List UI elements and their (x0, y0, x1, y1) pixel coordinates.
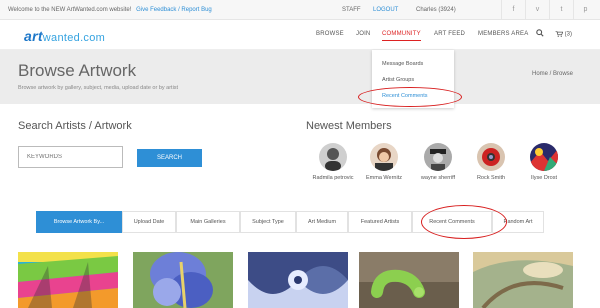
search-section-title: Search Artists / Artwork (18, 120, 132, 132)
breadcrumb[interactable]: Home / Browse (532, 71, 573, 77)
member-card[interactable]: wayne sherriff (410, 143, 466, 182)
artwork-thumbnail[interactable] (133, 252, 233, 308)
member-card[interactable]: Radmila petrovic (305, 143, 361, 182)
twitter-icon[interactable]: t (549, 0, 573, 20)
logo-domain: wanted.com (42, 32, 106, 44)
highlight-ring-menu (358, 87, 462, 107)
search-button[interactable]: SEARCH (137, 149, 202, 167)
welcome-text: Welcome to the NEW ArtWanted.com website… (8, 7, 212, 13)
member-name[interactable]: Ilyse Drost (516, 175, 572, 182)
welcome-message: Welcome to the NEW ArtWanted.com website… (8, 7, 132, 13)
vimeo-icon[interactable]: v (525, 0, 549, 20)
member-name[interactable]: wayne sherriff (410, 175, 466, 182)
member-card[interactable]: Ilyse Drost (516, 143, 572, 182)
main-nav: artwanted.com BROWSE JOIN COMMUNITY ART … (0, 20, 600, 50)
nav-art-feed[interactable]: ART FEED (434, 31, 465, 37)
search-icon[interactable] (536, 29, 544, 39)
menu-message-boards[interactable]: Message Boards (382, 61, 423, 67)
nav-community[interactable]: COMMUNITY (382, 31, 421, 41)
member-name[interactable]: Rock Smith (463, 175, 519, 182)
pinterest-icon[interactable]: p (573, 0, 597, 20)
page-title: Browse Artwork (18, 61, 137, 80)
artwork-thumbnail[interactable] (359, 252, 459, 308)
member-name[interactable]: Radmila petrovic (305, 175, 361, 182)
artwork-thumbnail[interactable] (248, 252, 348, 308)
logout-link[interactable]: LOGOUT (373, 7, 398, 13)
tab-main-galleries[interactable]: Main Galleries (176, 211, 240, 233)
cart-icon (555, 30, 564, 37)
tab-subject-type[interactable]: Subject Type (240, 211, 296, 233)
avatar[interactable] (424, 143, 452, 171)
feedback-link[interactable]: Give Feedback / Report Bug (136, 7, 212, 13)
tab-art-medium[interactable]: Art Medium (296, 211, 348, 233)
tab-upload-date[interactable]: Upload Date (122, 211, 176, 233)
avatar[interactable] (370, 143, 398, 171)
avatar[interactable] (530, 143, 558, 171)
nav-members-area[interactable]: MEMBERS AREA (478, 31, 528, 37)
artwork-thumbnail[interactable] (473, 252, 573, 308)
tab-featured-artists[interactable]: Featured Artists (348, 211, 412, 233)
cart-count: (3) (564, 31, 573, 38)
staff-link[interactable]: STAFF (342, 7, 361, 13)
highlight-ring-tab (421, 205, 507, 239)
cart-button[interactable]: (3) (555, 30, 573, 38)
facebook-icon[interactable]: f (501, 0, 525, 20)
member-card[interactable]: Emma Wernitz (356, 143, 412, 182)
page: Welcome to the NEW ArtWanted.com website… (0, 0, 600, 308)
nav-browse[interactable]: BROWSE (316, 31, 344, 37)
page-subtitle: Browse artwork by gallery, subject, medi… (18, 85, 179, 91)
user-account[interactable]: Charles (3924) (416, 7, 456, 13)
keywords-input[interactable] (18, 146, 123, 168)
member-card[interactable]: Rock Smith (463, 143, 519, 182)
logo[interactable]: artwanted.com (24, 28, 105, 44)
newest-members-title: Newest Members (306, 120, 392, 132)
avatar[interactable] (319, 143, 347, 171)
avatar[interactable] (477, 143, 505, 171)
nav-join[interactable]: JOIN (356, 31, 370, 37)
tab-browse-artwork-by[interactable]: Browse Artwork By... (36, 211, 122, 233)
menu-artist-groups[interactable]: Artist Groups (382, 77, 414, 83)
logo-art: art (24, 28, 43, 44)
page-header: Browse Artwork Browse artwork by gallery… (0, 50, 600, 104)
artwork-thumbnail[interactable] (18, 252, 118, 308)
top-bar: Welcome to the NEW ArtWanted.com website… (0, 0, 600, 20)
member-name[interactable]: Emma Wernitz (356, 175, 412, 182)
